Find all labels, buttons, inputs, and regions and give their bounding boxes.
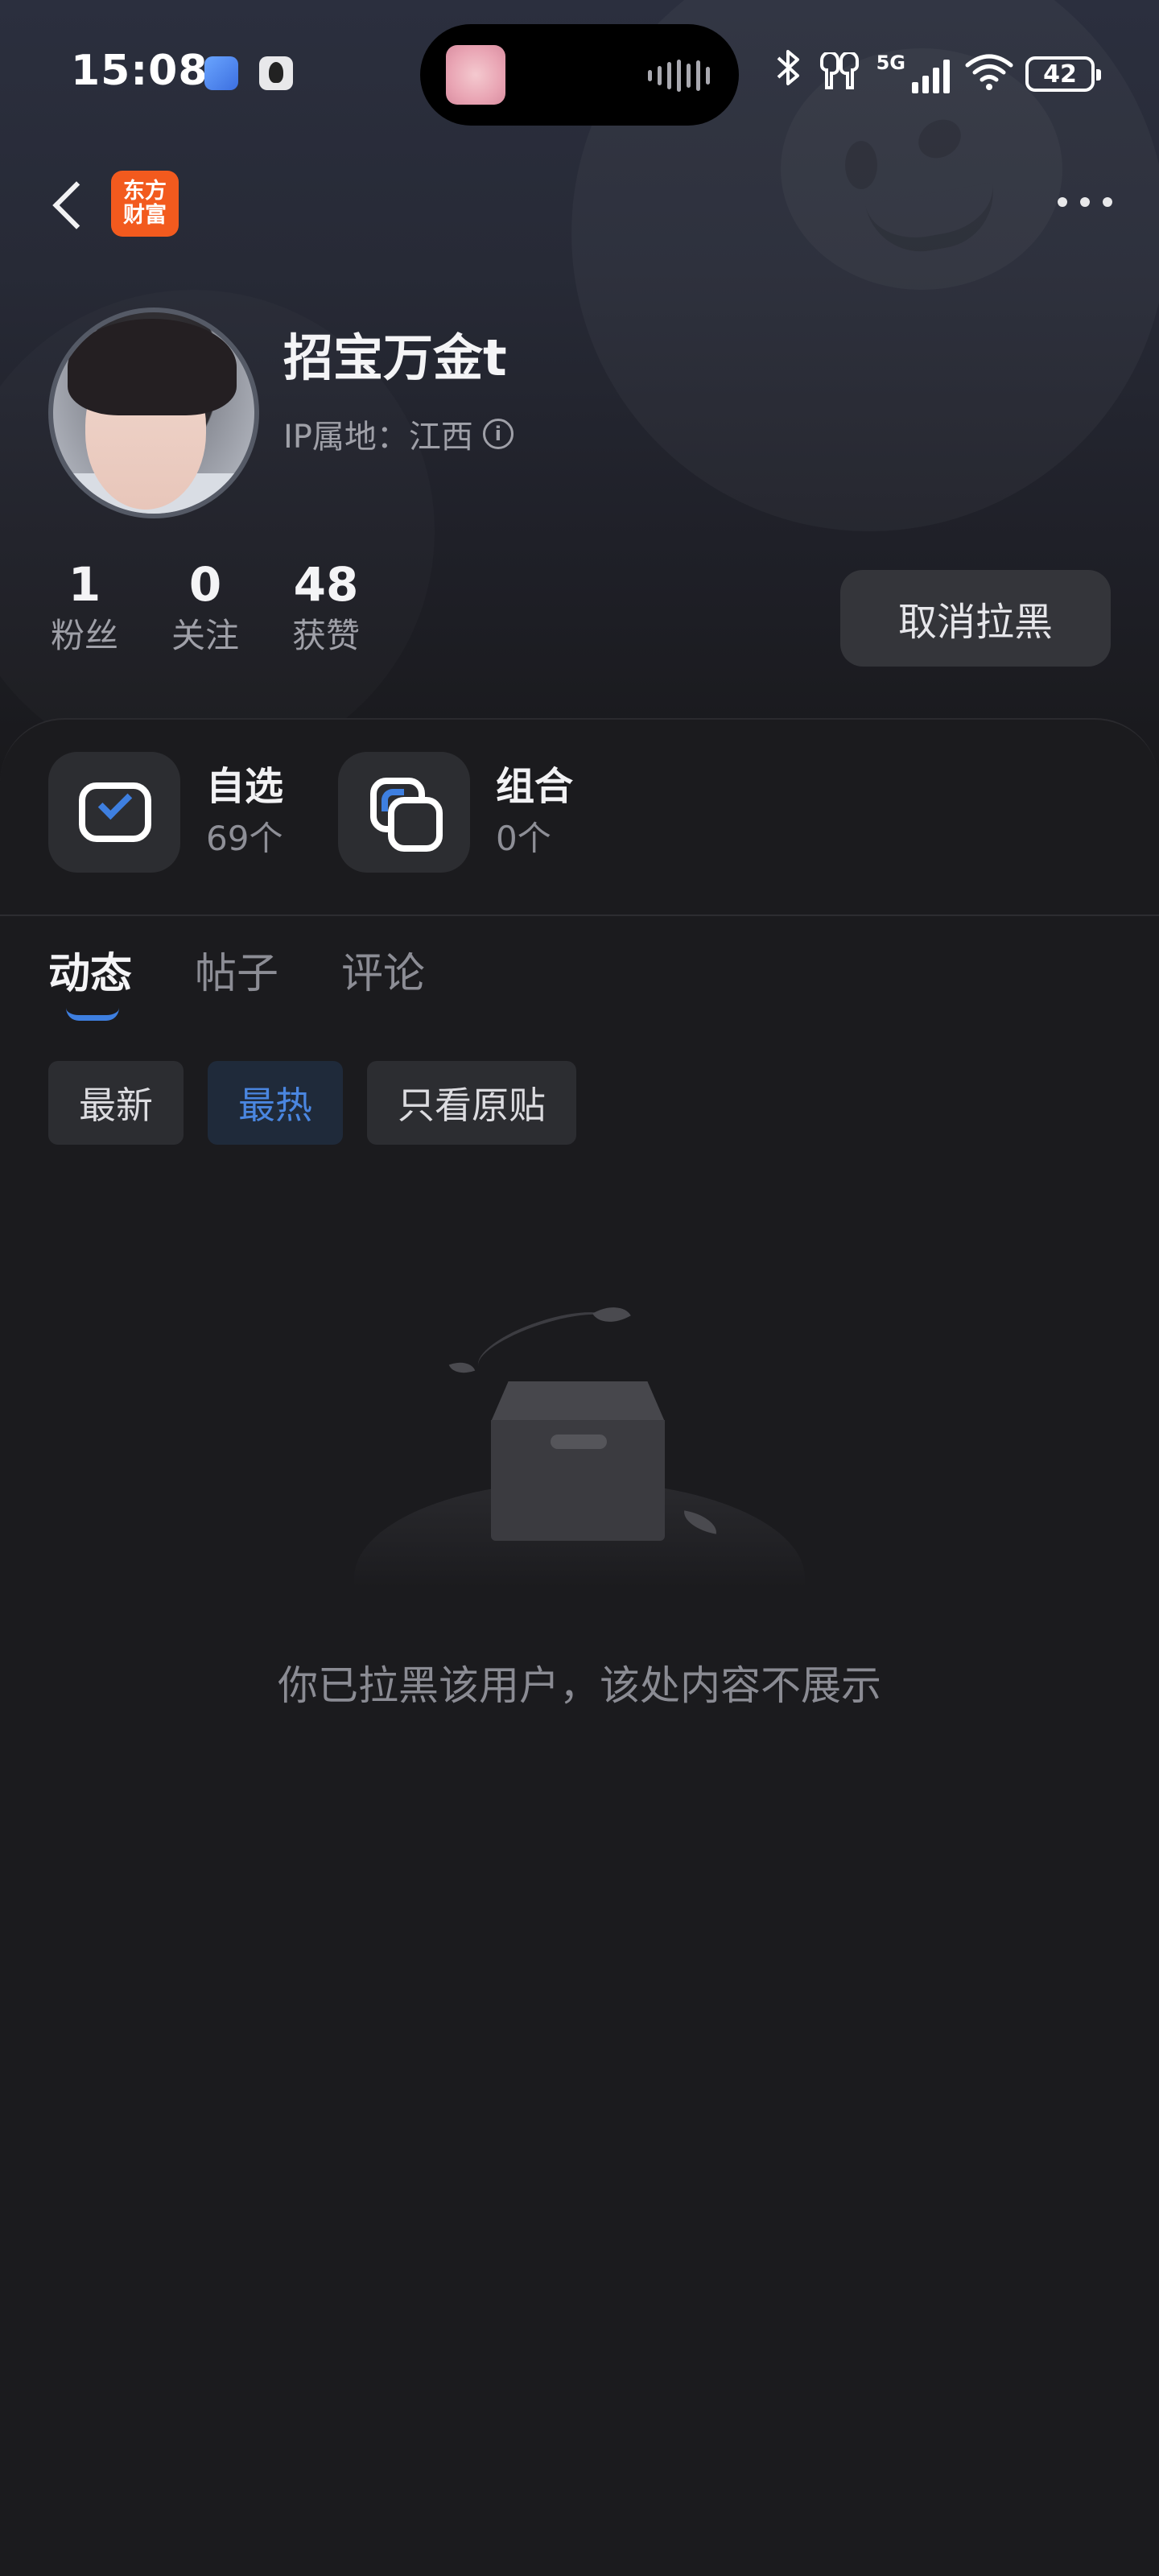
back-button[interactable] xyxy=(40,169,97,242)
alipay-app-icon xyxy=(204,56,238,90)
dynamic-island[interactable] xyxy=(420,24,739,126)
ip-location-row: IP属地：江西 i xyxy=(283,411,514,457)
watchlist-shortcut[interactable]: 自选 69个 xyxy=(48,752,283,873)
content-tabs: 动态 帖子 评论 xyxy=(48,942,425,1021)
divider xyxy=(0,914,1159,916)
portfolio-squares-icon xyxy=(338,752,470,873)
info-icon[interactable]: i xyxy=(482,419,514,449)
decorative-smiley-eye xyxy=(845,141,877,189)
tab-comments[interactable]: 评论 xyxy=(341,942,425,1006)
tab-label: 动态 xyxy=(48,950,133,998)
battery-icon: 42 xyxy=(1025,56,1101,92)
stat-label: 获赞 xyxy=(291,616,360,655)
ip-location: IP属地：江西 xyxy=(283,419,473,456)
brand-logo-line2: 财富 xyxy=(123,203,167,228)
tab-posts[interactable]: 帖子 xyxy=(195,942,278,1006)
filter-original-only[interactable]: 只看原贴 xyxy=(367,1061,576,1145)
tab-activity[interactable]: 动态 xyxy=(48,942,133,1021)
portfolio-shortcut[interactable]: 组合 0个 xyxy=(338,752,573,873)
username: 招宝万金t xyxy=(283,328,507,387)
bluetooth-icon xyxy=(775,47,802,101)
network-type: 5G xyxy=(876,52,905,74)
tab-label: 帖子 xyxy=(195,950,279,998)
profile-page: 15:08 5G 42 东方 财富 招宝万金t IP属地：江西 i 1 粉丝 0… xyxy=(0,0,1159,2576)
audio-wave-icon xyxy=(648,60,710,92)
empty-box-illustration xyxy=(354,1297,805,1674)
battery-level: 42 xyxy=(1043,60,1077,89)
sort-filters: 最新 最热 只看原贴 xyxy=(48,1061,576,1145)
status-time: 15:08 xyxy=(71,47,208,95)
status-icons: 5G 42 xyxy=(775,47,1101,101)
shortcut-count: 69个 xyxy=(206,819,283,858)
music-cover-thumbnail xyxy=(446,45,505,105)
qq-app-icon xyxy=(259,56,293,90)
shortcut-count: 0个 xyxy=(496,819,551,858)
brand-logo-line1: 东方 xyxy=(123,179,167,204)
shortcut-title: 自选 xyxy=(206,764,284,809)
profile-stats: 1 粉丝 0 关注 48 获赞 xyxy=(48,555,398,658)
signal-icon xyxy=(912,55,950,93)
tab-label: 评论 xyxy=(341,950,426,998)
earbuds-icon xyxy=(817,51,862,96)
eastmoney-logo[interactable]: 东方 财富 xyxy=(111,171,179,237)
active-tab-indicator xyxy=(66,1008,119,1021)
filter-hottest[interactable]: 最热 xyxy=(208,1061,343,1145)
unblock-button[interactable]: 取消拉黑 xyxy=(840,570,1111,667)
avatar[interactable] xyxy=(48,308,259,518)
empty-state-message: 你已拉黑该用户，该处内容不展示 xyxy=(278,1662,881,1709)
status-bar: 15:08 5G 42 xyxy=(0,0,1159,145)
shortcut-title: 组合 xyxy=(496,764,574,809)
wifi-icon xyxy=(964,51,1013,97)
filter-latest[interactable]: 最新 xyxy=(48,1061,184,1145)
stat-likes[interactable]: 48 获赞 xyxy=(254,555,398,658)
more-options-icon[interactable] xyxy=(1053,182,1117,222)
stat-value: 48 xyxy=(293,557,359,612)
watchlist-check-icon xyxy=(48,752,180,873)
